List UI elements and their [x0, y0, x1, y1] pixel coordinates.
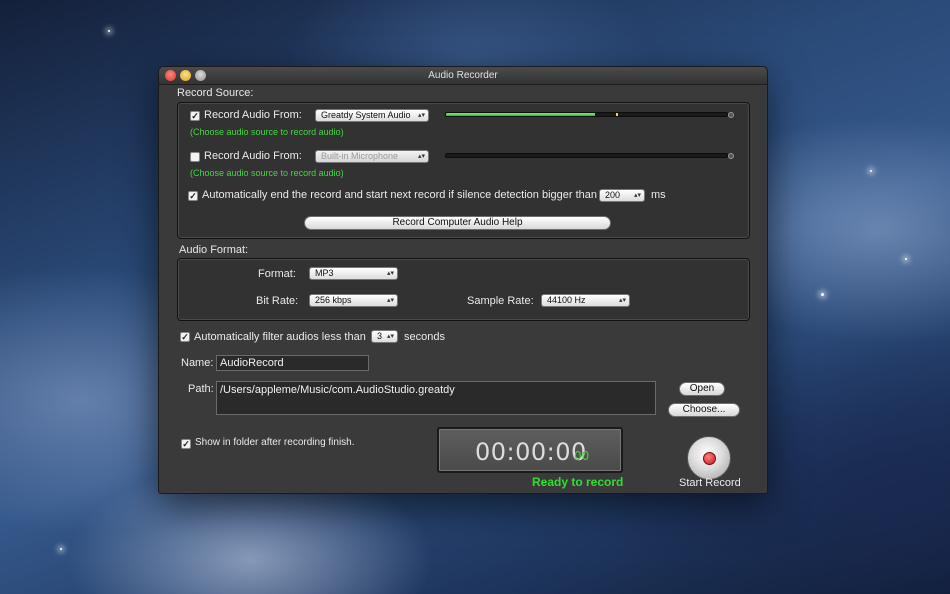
source1-hint: (Choose audio source to record audio) — [190, 127, 344, 137]
silence-value: 200 — [605, 190, 621, 200]
source1-device-value: Greatdy System Audio — [321, 110, 411, 120]
updown-arrows-icon: ▴▾ — [618, 297, 626, 304]
name-field[interactable]: AudioRecord — [216, 355, 369, 371]
source1-level-knob — [728, 112, 734, 118]
source2-checkbox[interactable] — [190, 152, 200, 162]
filter-label: Automatically filter audios less than — [194, 331, 366, 343]
source1-level-fill — [446, 113, 595, 116]
format-select[interactable]: MP3 ▴▾ — [309, 267, 398, 280]
background-star — [108, 30, 110, 32]
background-star — [60, 548, 62, 550]
bitrate-label: Bit Rate: — [256, 295, 299, 307]
updown-arrows-icon: ▴▾ — [633, 192, 641, 199]
source2-device-value: Built-in Microphone — [321, 151, 399, 161]
updown-arrows-icon: ▴▾ — [386, 270, 394, 277]
record-dot-icon — [703, 452, 716, 465]
timer-display: 00:00:00 00 — [437, 427, 623, 473]
filter-checkbox[interactable]: ✓ — [180, 332, 190, 342]
audio-format-group: Format: MP3 ▴▾ Bit Rate: 256 kbps ▴▾ Sam… — [177, 258, 750, 321]
silence-label: Automatically end the record and start n… — [202, 189, 598, 201]
source1-level-meter — [445, 112, 728, 117]
path-field[interactable]: /Users/appleme/Music/com.AudioStudio.gre… — [216, 381, 656, 415]
source2-level-knob — [728, 153, 734, 159]
silence-unit: ms — [651, 189, 666, 201]
name-label: Name: — [181, 357, 214, 369]
bitrate-select[interactable]: 256 kbps ▴▾ — [309, 294, 398, 307]
record-source-group: ✓ Record Audio From: Greatdy System Audi… — [177, 102, 750, 239]
updown-arrows-icon: ▴▾ — [386, 333, 394, 340]
open-button[interactable]: Open — [679, 382, 725, 396]
updown-arrows-icon: ▴▾ — [386, 297, 394, 304]
updown-arrows-icon: ▴▾ — [417, 112, 425, 119]
status-text: Ready to record — [532, 475, 624, 489]
samplerate-select[interactable]: 44100 Hz ▴▾ — [541, 294, 630, 307]
source1-label: Record Audio From: — [204, 109, 302, 121]
source1-peak-marker — [616, 113, 618, 116]
format-label: Format: — [258, 268, 296, 280]
samplerate-value: 44100 Hz — [547, 295, 586, 305]
audio-recorder-window: Audio Recorder Record Source: ✓ Record A… — [158, 66, 768, 494]
title-bar[interactable]: Audio Recorder — [159, 67, 767, 85]
record-help-button[interactable]: Record Computer Audio Help — [304, 216, 611, 230]
source2-level-meter — [445, 153, 728, 158]
silence-value-select[interactable]: 200 ▴▾ — [599, 189, 645, 202]
source2-device-select[interactable]: Built-in Microphone ▴▾ — [315, 150, 429, 163]
source2-hint: (Choose audio source to record audio) — [190, 168, 344, 178]
timer-main: 00:00:00 — [475, 438, 587, 466]
background-star — [821, 293, 824, 296]
show-in-folder-label: Show in folder after recording finish. — [195, 437, 355, 448]
source1-checkbox[interactable]: ✓ — [190, 111, 200, 121]
background-star — [870, 170, 872, 172]
filter-unit: seconds — [404, 331, 445, 343]
start-record-button[interactable] — [687, 436, 731, 480]
format-value: MP3 — [315, 268, 334, 278]
samplerate-label: Sample Rate: — [467, 295, 534, 307]
filter-value: 3 — [377, 331, 383, 341]
record-source-label: Record Source: — [177, 87, 254, 99]
timer-ms: 00 — [574, 449, 590, 463]
path-label: Path: — [188, 383, 214, 395]
filter-value-select[interactable]: 3 ▴▾ — [371, 330, 398, 343]
window-title: Audio Recorder — [428, 70, 498, 81]
bitrate-value: 256 kbps — [315, 295, 352, 305]
start-record-label: Start Record — [679, 477, 741, 489]
source1-device-select[interactable]: Greatdy System Audio ▴▾ — [315, 109, 429, 122]
source2-label: Record Audio From: — [204, 150, 302, 162]
choose-button[interactable]: Choose... — [668, 403, 740, 417]
updown-arrows-icon: ▴▾ — [417, 153, 425, 160]
silence-checkbox[interactable]: ✓ — [188, 191, 198, 201]
audio-format-label: Audio Format: — [179, 244, 249, 256]
background-star — [905, 258, 907, 260]
show-in-folder-checkbox[interactable]: ✓ — [181, 439, 191, 449]
